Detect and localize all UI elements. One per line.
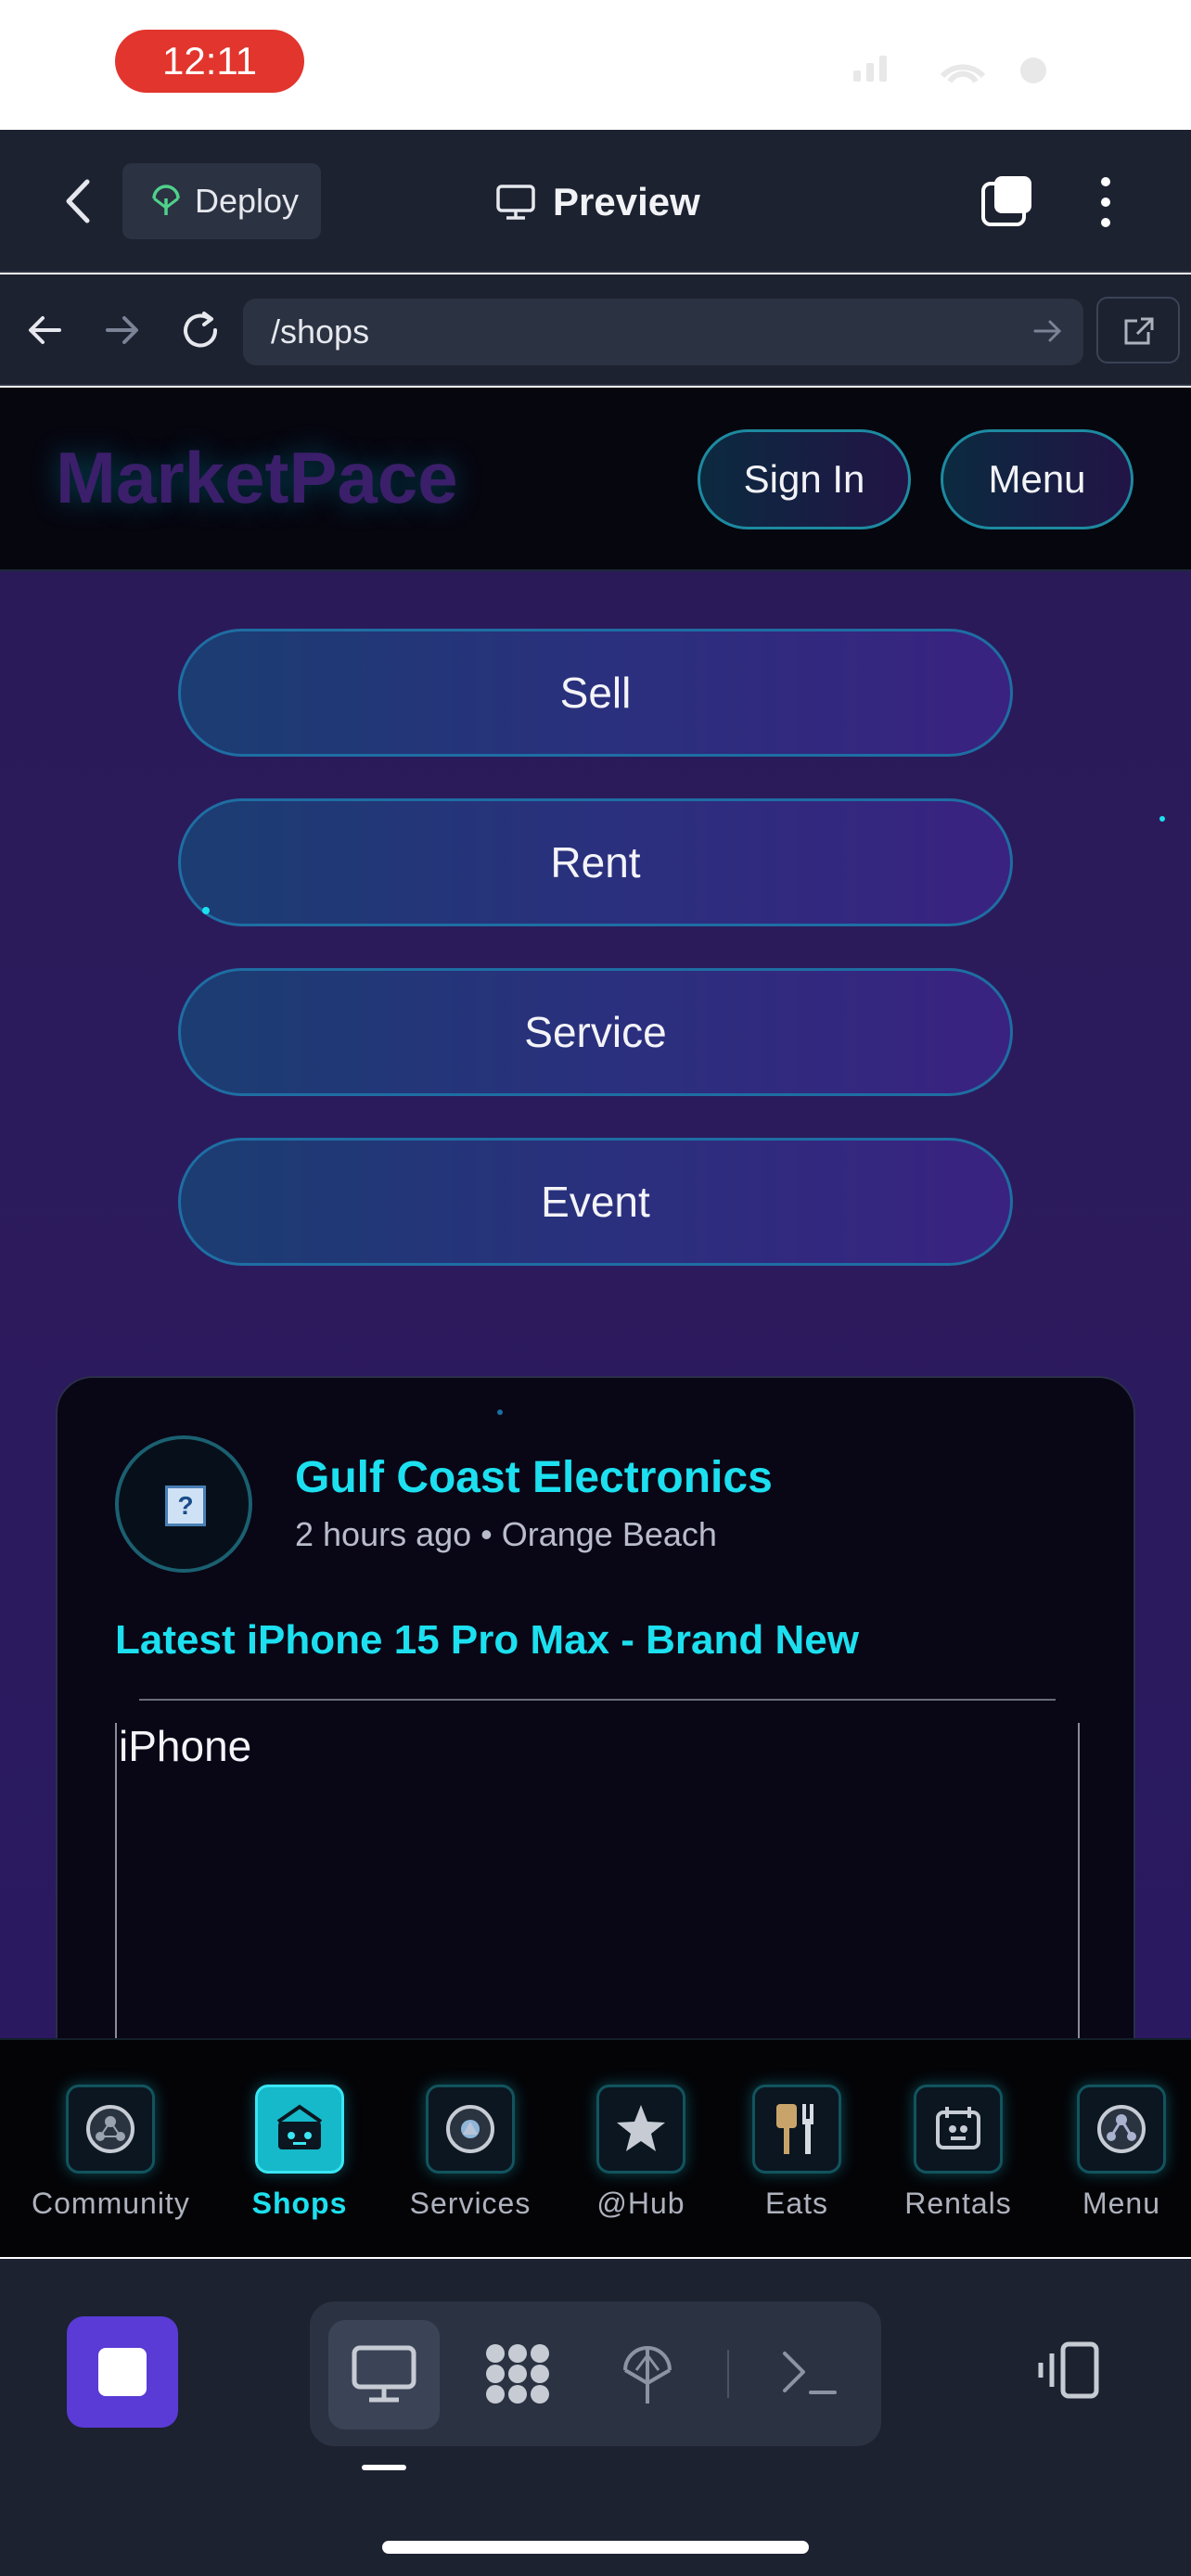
calendar-icon (914, 2085, 1003, 2174)
shop-avatar[interactable]: ? (115, 1435, 252, 1573)
nav-hub[interactable]: @Hub (562, 2085, 720, 2221)
status-bar: 12:11 (0, 0, 1191, 130)
nav-shops[interactable]: Shops (221, 2085, 378, 2221)
preview-top-bar: Deploy Preview (0, 130, 1191, 273)
active-tab-indicator (362, 2465, 406, 2470)
device-rotate-icon[interactable] (1035, 2340, 1102, 2400)
particle-dot (497, 1409, 503, 1415)
tabs-icon[interactable] (980, 174, 1037, 230)
sign-in-button[interactable]: Sign In (698, 429, 911, 529)
preview-title: Preview (495, 174, 700, 230)
stop-button[interactable] (67, 2316, 178, 2428)
listing-image[interactable] (115, 1723, 1080, 2038)
monitor-icon (352, 2345, 416, 2403)
listing-title[interactable]: Latest iPhone 15 Pro Max - Brand New (115, 1617, 859, 1664)
nav-eats-label: Eats (764, 2187, 829, 2220)
nav-back-arrow-icon[interactable] (26, 313, 63, 347)
stop-icon (98, 2348, 147, 2396)
deploy-icon[interactable] (621, 2342, 673, 2407)
sell-button[interactable]: Sell (178, 629, 1013, 757)
open-external-button[interactable] (1096, 297, 1180, 363)
listing-card[interactable]: ? Gulf Coast Electronics 2 hours ago • O… (56, 1376, 1135, 2038)
shop-icon (255, 2085, 344, 2174)
broken-image-icon: ? (165, 1486, 206, 1526)
url-bar: /shops (0, 274, 1191, 386)
particle-dot (1159, 816, 1165, 822)
site-header: MarketPace Sign In Menu (0, 388, 1191, 571)
reload-icon[interactable] (180, 310, 223, 352)
image-divider (139, 1699, 1056, 1701)
service-button[interactable]: Service (178, 968, 1013, 1096)
services-icon (426, 2085, 515, 2174)
deploy-button[interactable]: Deploy (122, 163, 321, 239)
menu-button[interactable]: Menu (941, 429, 1133, 529)
nav-hub-label: @Hub (596, 2187, 685, 2220)
url-input[interactable]: /shops (243, 299, 1083, 365)
status-icons (853, 56, 1046, 83)
particle-dot (202, 907, 210, 914)
nav-community[interactable]: Community (32, 2085, 189, 2221)
preview-tab[interactable] (328, 2320, 440, 2429)
web-preview: MarketPace Sign In Menu Sell Rent Servic… (0, 388, 1191, 2038)
site-logo[interactable]: MarketPace (56, 436, 458, 520)
event-button[interactable]: Event (178, 1138, 1013, 1266)
external-link-icon (1124, 317, 1154, 345)
listing-image-alt-text: iPhone (119, 1722, 252, 1770)
community-icon (66, 2085, 155, 2174)
clock: 12:11 (115, 30, 304, 93)
deploy-icon (152, 185, 180, 215)
nav-services[interactable]: Services (391, 2085, 549, 2221)
nav-menu[interactable]: Menu (1043, 2085, 1191, 2221)
home-indicator (382, 2541, 809, 2554)
go-arrow-icon[interactable] (1033, 317, 1063, 345)
nav-community-label: Community (32, 2187, 190, 2220)
utensils-icon (752, 2085, 841, 2174)
listing-meta: 2 hours ago • Orange Beach (295, 1515, 717, 1553)
nav-services-label: Services (409, 2187, 531, 2220)
nav-rentals-label: Rentals (904, 2187, 1012, 2220)
nav-eats[interactable]: Eats (718, 2085, 876, 2221)
menu-network-icon (1077, 2085, 1166, 2174)
tools-icon[interactable] (482, 2340, 553, 2407)
shop-name[interactable]: Gulf Coast Electronics (295, 1452, 773, 1503)
workspace-toolbar (0, 2259, 1191, 2576)
view-switcher (310, 2302, 881, 2446)
back-chevron-icon[interactable] (58, 178, 100, 224)
site-bottom-nav: Community Shops Services @Hub Eats Renta… (0, 2038, 1191, 2257)
monitor-icon (496, 185, 535, 220)
terminal-icon[interactable] (779, 2348, 839, 2400)
more-options-icon[interactable] (1095, 174, 1117, 230)
star-icon (596, 2085, 685, 2174)
nav-rentals[interactable]: Rentals (879, 2085, 1037, 2221)
nav-forward-arrow-icon[interactable] (104, 313, 141, 347)
divider (727, 2350, 729, 2398)
deploy-label: Deploy (195, 182, 300, 220)
nav-shops-label: Shops (251, 2187, 348, 2220)
preview-title-text: Preview (553, 180, 700, 223)
rent-button[interactable]: Rent (178, 798, 1013, 926)
nav-menu-label: Menu (1082, 2187, 1161, 2220)
